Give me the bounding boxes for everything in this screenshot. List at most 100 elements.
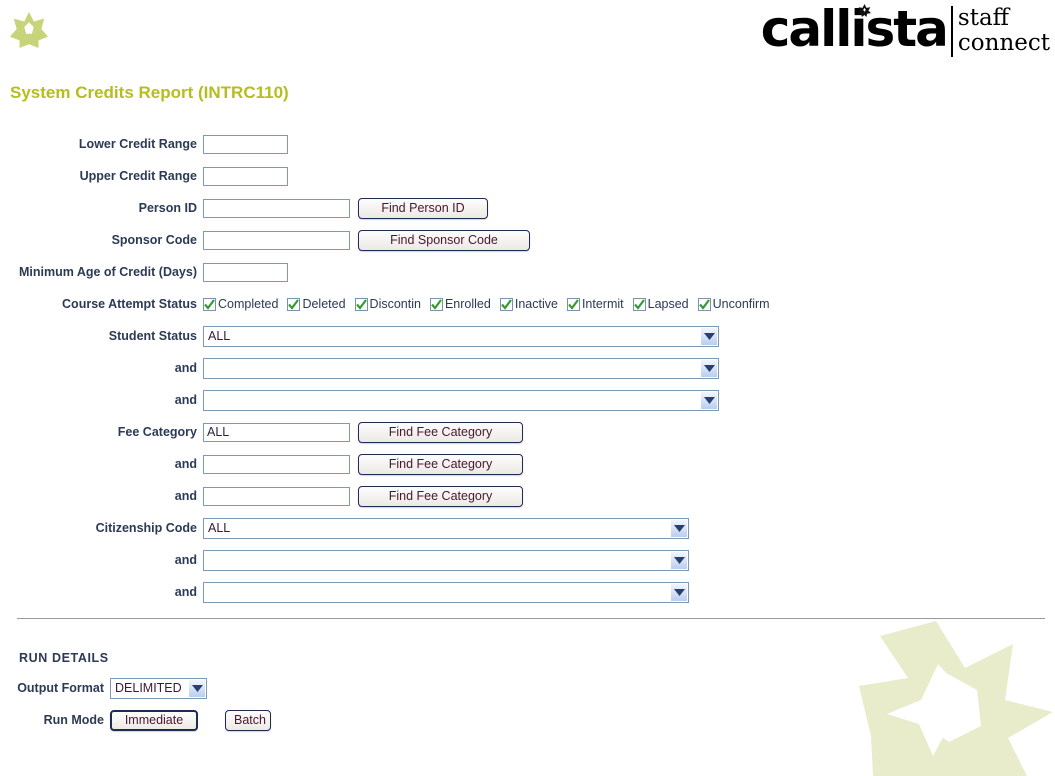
sponsor-code-input[interactable] [203,230,350,250]
checkbox-2[interactable] [354,297,368,311]
course-attempt-status-item: Enrolled [429,297,491,311]
checkbox-0-label: Completed [218,297,279,311]
find-fee-category-button-3[interactable]: Find Fee Category [358,485,523,507]
fee-category-input-2[interactable] [203,454,350,474]
field-row-fee-category-3: and Find Fee Category [0,480,1055,512]
lower-credit-range-label: Lower Credit Range [78,137,197,151]
student-status-and-label-1: and [174,361,197,375]
fee-category-label: Fee Category [117,425,197,439]
student-status-label: Student Status [108,329,197,343]
citizenship-code-select-1-value: ALL [208,521,231,535]
citizenship-code-select-3[interactable] [203,581,689,603]
fee-category-input-3[interactable] [203,486,350,506]
student-status-select-2[interactable] [203,357,719,379]
checkbox-5-label: Intermit [581,297,624,311]
output-format-select[interactable]: DELIMITED [110,677,207,699]
checkbox-6-label: Lapsed [647,297,689,311]
chevron-down-icon[interactable] [700,359,717,377]
field-row-sponsor-code: Sponsor Code Find Sponsor Code [0,224,1055,256]
output-format-label: Output Format [17,681,104,695]
page-title: System Credits Report (INTRC110) [10,83,289,102]
fee-category-input-1[interactable] [203,422,350,442]
run-mode-batch-button[interactable]: Batch [225,709,271,731]
brand-logo: callista staff connect [761,2,1050,60]
chevron-down-icon[interactable] [670,551,687,569]
chevron-down-icon[interactable] [188,679,205,697]
field-row-minimum-age: Minimum Age of Credit (Days) [0,256,1055,288]
citizenship-code-select-2[interactable] [203,549,689,571]
citizenship-code-select-1[interactable]: ALL [203,517,689,539]
course-attempt-status-item: Deleted [287,297,346,311]
chevron-down-icon[interactable] [700,327,717,345]
field-row-run-mode: Run Mode Immediate Batch [0,704,271,736]
field-row-citizenship-code-3: and [0,576,1055,608]
course-attempt-status-item: Lapsed [632,297,689,311]
brand-tagline-line2: connect [957,30,1050,56]
checkbox-3[interactable] [429,297,443,311]
upper-credit-range-label: Upper Credit Range [79,169,197,183]
checkbox-5[interactable] [566,297,580,311]
checkbox-0[interactable] [203,297,216,311]
run-mode-immediate-button[interactable]: Immediate [110,709,198,731]
field-row-output-format: Output Format DELIMITED [0,672,271,704]
brand-tagline-line1: staff [957,5,1010,31]
checkbox-2-label: Discontin [369,297,421,311]
brand-tagline: staff connect [958,2,1050,56]
field-row-student-status-3: and [0,384,1055,416]
find-person-id-button[interactable]: Find Person ID [358,197,488,219]
checkbox-7-label: Unconfirm [712,297,770,311]
find-sponsor-code-button[interactable]: Find Sponsor Code [358,229,530,251]
field-row-lower-credit-range: Lower Credit Range [0,128,1055,160]
course-attempt-status-checkbox-group: Completed Deleted Discontin Enrolled Inactiv… [203,297,779,311]
chevron-down-icon[interactable] [700,391,717,409]
student-status-select-1-value: ALL [208,329,231,343]
fee-category-and-label-1: and [174,457,197,471]
checkbox-4[interactable] [499,297,513,311]
field-row-person-id: Person ID Find Person ID [0,192,1055,224]
star-watermark-icon [859,621,1053,776]
find-fee-category-button-2[interactable]: Find Fee Category [358,453,523,475]
run-details-section: RUN DETAILS Output Format DELIMITED Run … [0,645,271,736]
field-row-citizenship-code-1: Citizenship Code ALL [0,512,1055,544]
star-icon [857,4,871,17]
output-format-select-value: DELIMITED [115,681,182,695]
checkbox-3-label: Enrolled [444,297,491,311]
brand-divider [950,6,953,57]
report-parameters-form: Lower Credit Range Upper Credit Range Pe… [0,128,1055,608]
minimum-age-label: Minimum Age of Credit (Days) [18,265,197,279]
star-icon [10,11,48,49]
fee-category-and-label-2: and [174,489,197,503]
field-row-citizenship-code-2: and [0,544,1055,576]
citizenship-code-and-label-2: and [174,585,197,599]
person-id-input[interactable] [203,198,350,218]
run-details-title: RUN DETAILS [19,651,109,665]
lower-credit-range-input[interactable] [203,134,288,154]
course-attempt-status-item: Intermit [566,297,624,311]
field-row-fee-category-2: and Find Fee Category [0,448,1055,480]
find-fee-category-button-1[interactable]: Find Fee Category [358,421,523,443]
course-attempt-status-item: Inactive [499,297,558,311]
field-row-course-attempt-status: Course Attempt Status Completed Deleted Di… [0,288,1055,320]
chevron-down-icon[interactable] [670,583,687,601]
citizenship-code-label: Citizenship Code [95,521,197,535]
student-status-select-3[interactable] [203,389,719,411]
field-row-student-status-2: and [0,352,1055,384]
field-row-fee-category-1: Fee Category Find Fee Category [0,416,1055,448]
student-status-select-1[interactable]: ALL [203,325,719,347]
checkbox-1-label: Deleted [302,297,346,311]
field-row-upper-credit-range: Upper Credit Range [0,160,1055,192]
upper-credit-range-input[interactable] [203,166,288,186]
student-status-and-label-2: and [174,393,197,407]
page-header: callista staff connect [0,0,1055,70]
chevron-down-icon[interactable] [670,519,687,537]
minimum-age-input[interactable] [203,262,288,282]
sponsor-code-label: Sponsor Code [111,233,197,247]
section-divider [17,618,1045,619]
checkbox-1[interactable] [287,297,301,311]
citizenship-code-and-label-1: and [174,553,197,567]
field-row-student-status-1: Student Status ALL [0,320,1055,352]
checkbox-6[interactable] [632,297,646,311]
checkbox-7[interactable] [697,297,711,311]
course-attempt-status-label: Course Attempt Status [62,297,197,311]
course-attempt-status-item: Discontin [354,297,421,311]
